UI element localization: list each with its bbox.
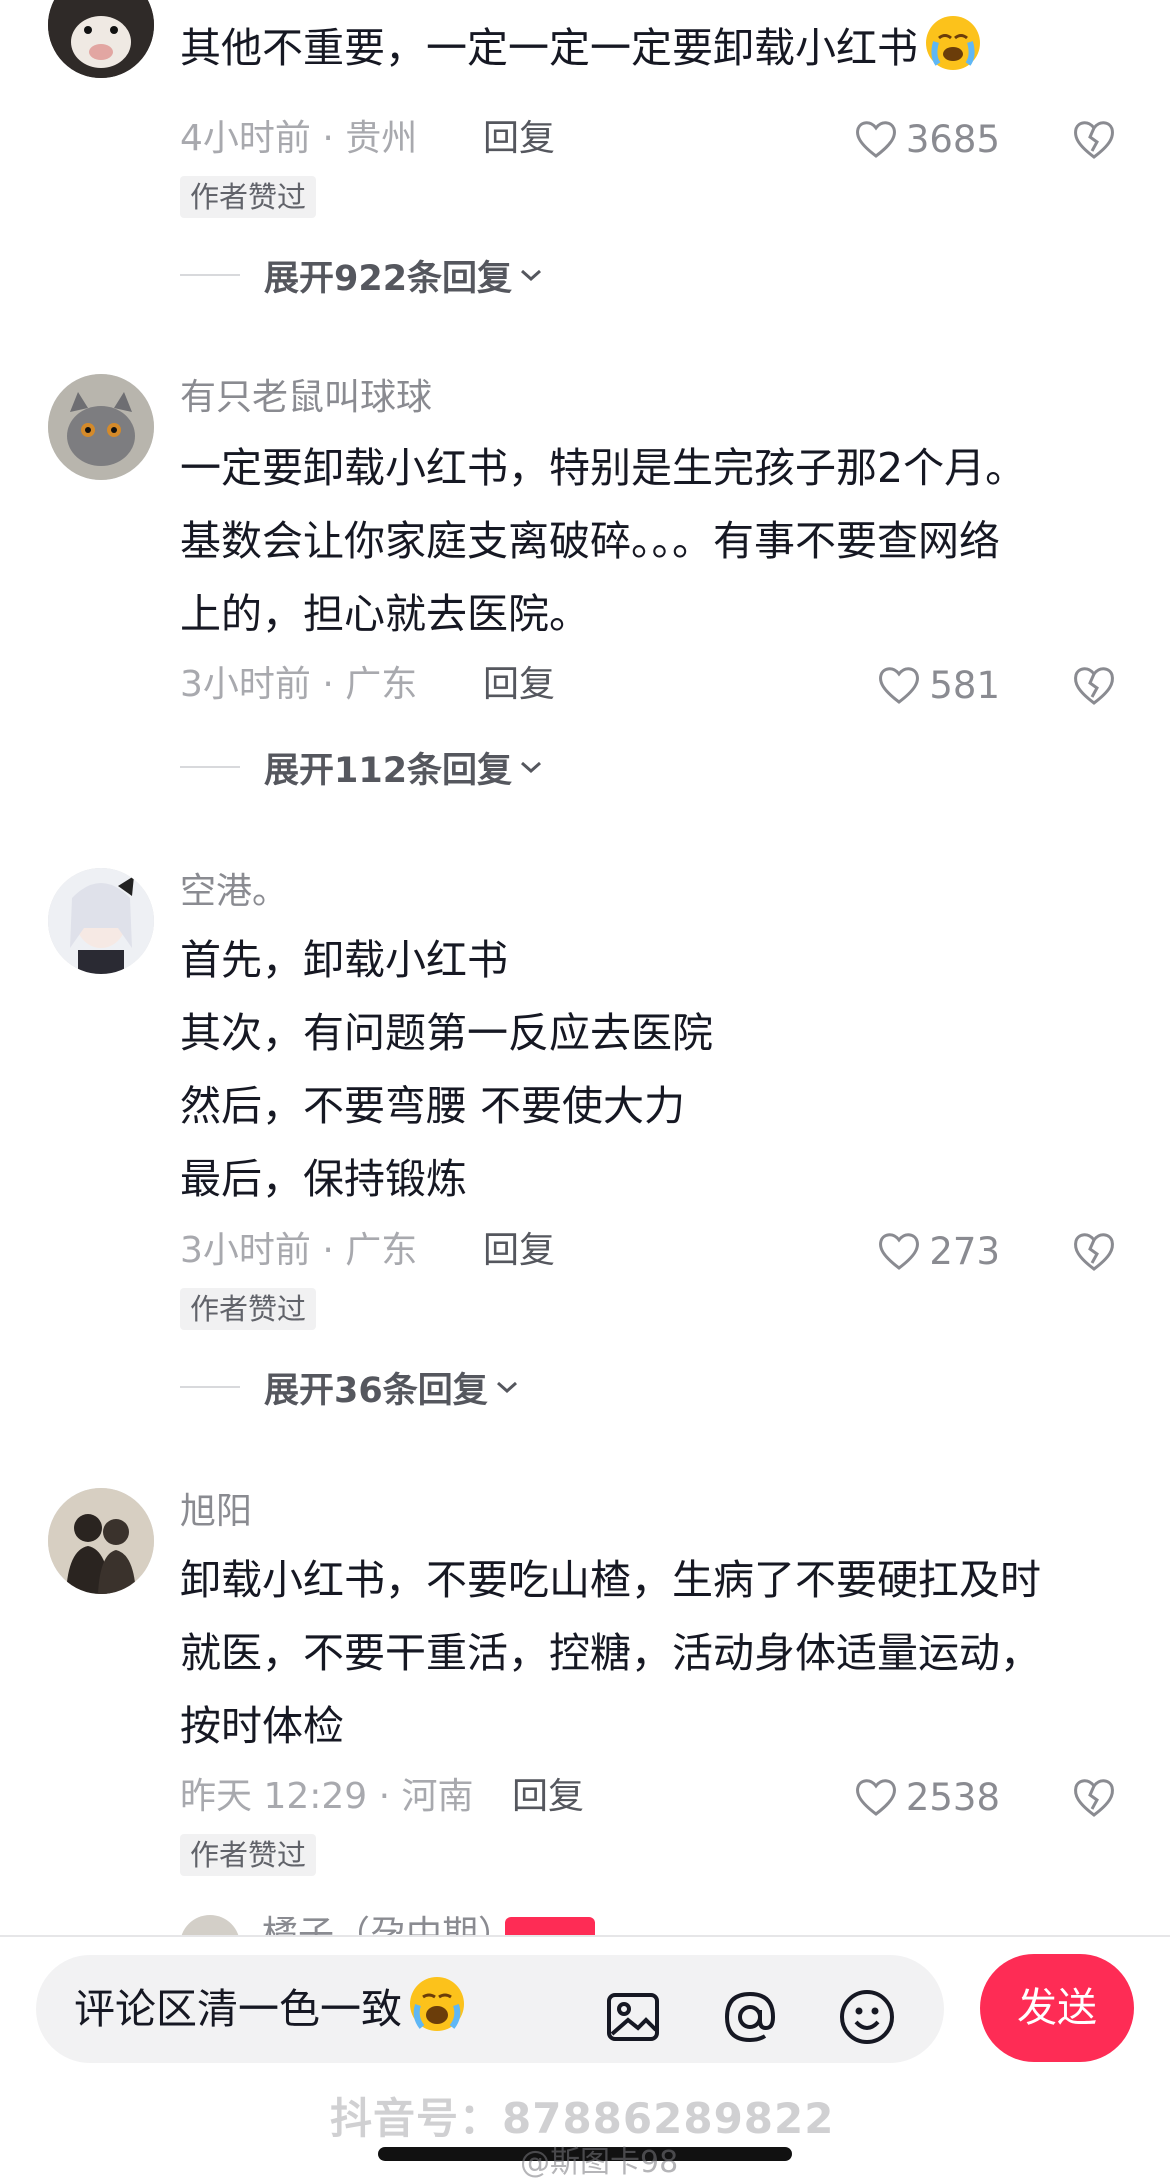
like-count: 3685	[905, 117, 1000, 161]
expand-label: 展开112条回复	[264, 750, 513, 791]
comment-input[interactable]: 评论区清一色一致	[36, 1955, 944, 2063]
author-tag	[505, 1917, 595, 1937]
broken-heart-icon	[1074, 1779, 1114, 1817]
avatar[interactable]	[48, 868, 154, 974]
reply-button[interactable]: 回复	[512, 1772, 584, 1822]
image-icon[interactable]	[604, 1988, 662, 2046]
comment-text: 首先，卸载小红书 其次，有问题第一反应去医院 然后，不要弯腰 不要使大力 最后，…	[180, 936, 713, 1203]
comment-text: 一定要卸载小红书，特别是生完孩子那2个月。 基数会让你家庭支离破碎。。。有事不要…	[180, 444, 1027, 638]
expand-label: 展开36条回复	[264, 1370, 488, 1411]
avatar[interactable]	[180, 1915, 240, 1937]
emoji-icon[interactable]	[838, 1988, 896, 2046]
divider	[180, 1386, 240, 1388]
comment-composer: 评论区清一色一致 发送 抖音号：87886289822 @斯图卡98	[0, 1935, 1170, 2181]
reply-button[interactable]: 回复	[483, 114, 555, 164]
broken-heart-icon	[1074, 1233, 1114, 1271]
expand-label: 展开922条回复	[264, 258, 513, 299]
heart-icon	[879, 667, 920, 704]
dislike-button[interactable]	[1070, 115, 1118, 163]
like-button[interactable]: 3685	[854, 114, 1000, 164]
comment-input-text[interactable]: 评论区清一色一致	[74, 1955, 466, 2063]
like-button[interactable]: 2538	[854, 1772, 1000, 1822]
send-button[interactable]: 发送	[980, 1954, 1134, 2062]
avatar[interactable]	[48, 0, 154, 78]
author-liked-badge: 作者赞过	[180, 176, 317, 218]
reply-button[interactable]: 回复	[483, 1226, 555, 1276]
expand-replies-button[interactable]: 展开922条回复	[180, 250, 544, 300]
heart-icon	[879, 1233, 920, 1270]
like-count: 273	[929, 1229, 1000, 1273]
dislike-button[interactable]	[1070, 661, 1118, 709]
loudly-crying-face-icon	[924, 14, 982, 72]
comment-username[interactable]: 有只老鼠叫球球	[180, 374, 432, 422]
crying-face-icon	[408, 1965, 466, 2031]
comment-time-location: 4小时前 · 贵州	[180, 118, 418, 159]
author-liked-badge: 作者赞过	[180, 1288, 317, 1330]
like-count: 2538	[905, 1775, 1000, 1819]
avatar[interactable]	[48, 1488, 154, 1594]
divider	[180, 766, 240, 768]
mention-icon[interactable]	[721, 1988, 779, 2046]
broken-heart-icon	[1074, 667, 1114, 705]
author-liked-badge: 作者赞过	[180, 1834, 317, 1876]
like-button[interactable]: 273	[877, 1226, 1000, 1276]
like-count: 581	[929, 663, 1000, 707]
expand-replies-button[interactable]: 展开36条回复	[180, 1362, 520, 1412]
dislike-button[interactable]	[1070, 1227, 1118, 1275]
chevron-down-icon	[496, 1381, 517, 1394]
chevron-down-icon	[521, 761, 542, 774]
comment-username[interactable]: 空港。	[180, 868, 288, 916]
comment-text: 卸载小红书，不要吃山楂，生病了不要硬扛及时 就医，不要干重活，控糖，活动身体适量…	[180, 1556, 1041, 1750]
like-button[interactable]: 581	[877, 660, 1000, 710]
input-value: 评论区清一色一致	[74, 1985, 402, 2033]
divider	[180, 274, 240, 276]
comment-time-location: 3小时前 · 广东	[180, 1230, 418, 1271]
comment-time-location: 3小时前 · 广东	[180, 664, 418, 705]
weibo-watermark: @斯图卡98	[520, 2145, 679, 2180]
comment-username[interactable]: 橘子（孕中期）	[262, 1915, 514, 1937]
heart-icon	[855, 1779, 896, 1816]
comment-username[interactable]: 旭阳	[180, 1488, 252, 1536]
broken-heart-icon	[1074, 121, 1114, 159]
chevron-down-icon	[521, 269, 542, 282]
expand-replies-button[interactable]: 展开112条回复	[180, 742, 544, 792]
avatar[interactable]	[48, 374, 154, 480]
dislike-button[interactable]	[1070, 1773, 1118, 1821]
reply-button[interactable]: 回复	[483, 660, 555, 710]
heart-icon	[855, 121, 896, 158]
comment-time-location: 昨天 12:29 · 河南	[180, 1776, 474, 1817]
comment-text: 其他不重要，一定一定一定要卸载小红书	[180, 12, 1120, 85]
partial-comment: 橘子（孕中期）	[180, 1915, 600, 1937]
